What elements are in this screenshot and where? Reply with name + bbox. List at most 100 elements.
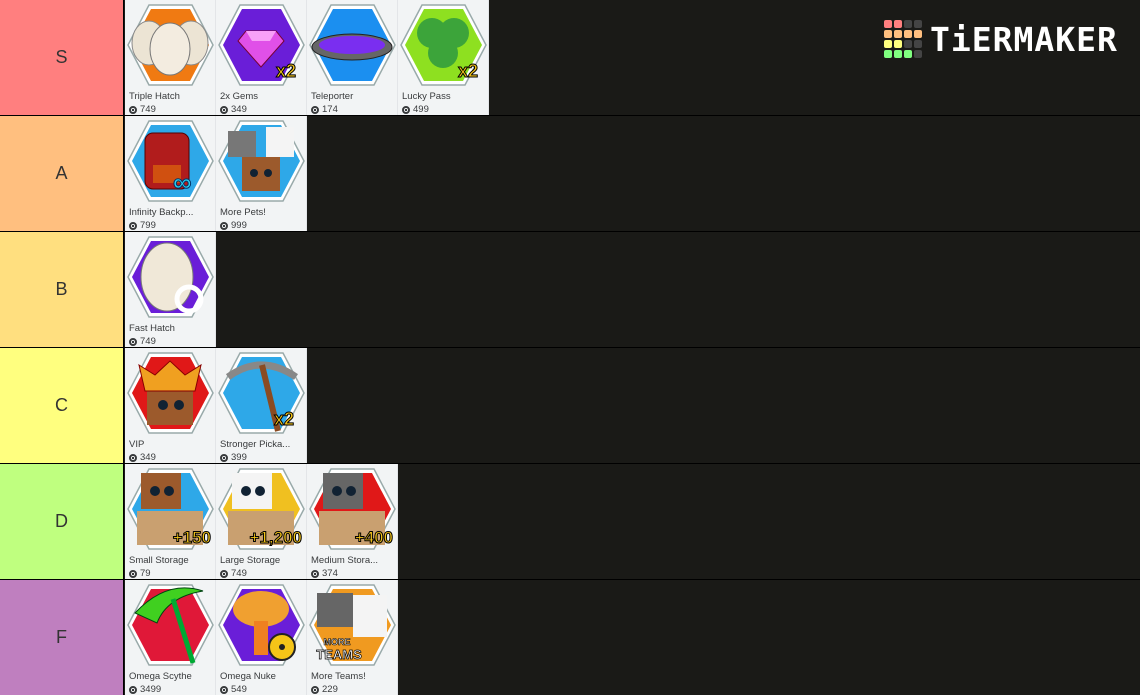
- item-price: 174: [311, 104, 338, 115]
- robux-icon: [220, 105, 228, 114]
- tier-item-card[interactable]: +1,200 Large Storage 749: [216, 464, 307, 579]
- robux-icon: [129, 221, 137, 230]
- logo-grid-cell: [894, 40, 902, 48]
- fast-egg-icon: [127, 235, 214, 319]
- storage-boxes-icon: +400: [309, 467, 396, 551]
- svg-text:TEAMS: TEAMS: [316, 647, 362, 662]
- logo-grid-cell: [884, 20, 892, 28]
- item-price: 999: [220, 220, 247, 231]
- tier-item-card[interactable]: VIP 349: [125, 348, 216, 463]
- price-value: 749: [140, 104, 156, 115]
- tier-item-card[interactable]: Omega Nuke 549: [216, 580, 307, 695]
- logo-grid-cell: [894, 30, 902, 38]
- tier-item-card[interactable]: Teleporter 174: [307, 0, 398, 115]
- tier-item-card[interactable]: Omega Scythe 3499: [125, 580, 216, 695]
- logo-grid-cell: [894, 50, 902, 58]
- pickaxe-x2-icon: x2: [218, 351, 305, 435]
- clover-x2-icon: x2: [400, 3, 487, 87]
- tier-label[interactable]: D: [0, 464, 124, 579]
- robux-icon: [220, 569, 228, 578]
- tier-row-f: F Omega Scythe 3499 Omega Nuke 549 MORE T…: [0, 580, 1140, 695]
- price-value: 749: [140, 336, 156, 347]
- item-name: Large Storage: [220, 555, 281, 566]
- logo-grid-cell: [894, 20, 902, 28]
- price-value: 174: [322, 104, 338, 115]
- item-price: 799: [129, 220, 156, 231]
- item-name: Infinity Backp...: [129, 207, 194, 218]
- item-name: Small Storage: [129, 555, 189, 566]
- gem-x2-icon: x2: [218, 3, 305, 87]
- item-price: 749: [129, 336, 156, 347]
- svg-text:+150: +150: [173, 528, 211, 547]
- price-value: 399: [231, 452, 247, 463]
- tier-items: Omega Scythe 3499 Omega Nuke 549 MORE TEA…: [124, 580, 398, 695]
- item-price: 499: [402, 104, 429, 115]
- tier-item-card[interactable]: ∞ Infinity Backp... 799: [125, 116, 216, 231]
- item-price: 549: [220, 684, 247, 695]
- tier-row-b: B Fast Hatch 749: [0, 232, 1140, 348]
- tier-items: ∞ Infinity Backp... 799 More Pets! 999: [124, 116, 307, 231]
- price-value: 799: [140, 220, 156, 231]
- robux-icon: [220, 685, 228, 694]
- tier-item-card[interactable]: x2 2x Gems 349: [216, 0, 307, 115]
- item-price: 749: [129, 104, 156, 115]
- infinity-backpack-icon: ∞: [127, 119, 214, 203]
- item-name: 2x Gems: [220, 91, 259, 102]
- item-price: 349: [129, 452, 156, 463]
- item-name: More Pets!: [220, 207, 266, 218]
- robux-icon: [220, 453, 228, 462]
- tier-item-card[interactable]: x2 Stronger Picka... 399: [216, 348, 307, 463]
- tier-row-c: C VIP 349 x2 Stronger Picka... 399: [0, 348, 1140, 464]
- logo-grid-cell: [884, 40, 892, 48]
- tier-list: S Triple Hatch 749 x2 2x Gems 349 Telepo…: [0, 0, 1140, 695]
- robux-icon: [129, 105, 137, 114]
- teleporter-pad-icon: [309, 3, 396, 87]
- svg-text:x2: x2: [276, 61, 296, 81]
- tier-item-card[interactable]: +150 Small Storage 79: [125, 464, 216, 579]
- tier-items: Fast Hatch 749: [124, 232, 216, 347]
- price-value: 349: [140, 452, 156, 463]
- tier-item-card[interactable]: Triple Hatch 749: [125, 0, 216, 115]
- logo-grid-cell: [904, 40, 912, 48]
- logo-grid-icon: [884, 20, 922, 58]
- price-value: 999: [231, 220, 247, 231]
- item-name: Teleporter: [311, 91, 354, 102]
- price-value: 79: [140, 568, 151, 579]
- svg-text:+400: +400: [355, 528, 393, 547]
- tier-items: VIP 349 x2 Stronger Picka... 399: [124, 348, 307, 463]
- teams-icon: MORE TEAMS: [309, 583, 396, 667]
- item-name: Stronger Picka...: [220, 439, 291, 450]
- tier-label[interactable]: B: [0, 232, 124, 347]
- item-price: 349: [220, 104, 247, 115]
- tier-label[interactable]: F: [0, 580, 124, 695]
- robux-icon: [402, 105, 410, 114]
- item-name: Omega Scythe: [129, 671, 192, 682]
- tier-item-card[interactable]: MORE TEAMS More Teams! 229: [307, 580, 398, 695]
- tier-item-card[interactable]: x2 Lucky Pass 499: [398, 0, 489, 115]
- scythe-icon: [127, 583, 214, 667]
- logo-grid-cell: [914, 30, 922, 38]
- tier-item-card[interactable]: +400 Medium Stora... 374: [307, 464, 398, 579]
- tier-label[interactable]: C: [0, 348, 124, 463]
- tier-items: +150 Small Storage 79 +1,200 Large Stora…: [124, 464, 398, 579]
- price-value: 229: [322, 684, 338, 695]
- item-price: 399: [220, 452, 247, 463]
- item-name: Fast Hatch: [129, 323, 175, 334]
- tier-row-a: A ∞ Infinity Backp... 799 More Pets! 999: [0, 116, 1140, 232]
- tier-label[interactable]: S: [0, 0, 124, 115]
- logo-grid-cell: [884, 30, 892, 38]
- storage-boxes-icon: +1,200: [218, 467, 305, 551]
- tiermaker-logo: TiERMAKER: [884, 20, 1118, 58]
- logo-grid-cell: [914, 50, 922, 58]
- tier-item-card[interactable]: Fast Hatch 749: [125, 232, 216, 347]
- price-value: 749: [231, 568, 247, 579]
- tier-item-card[interactable]: More Pets! 999: [216, 116, 307, 231]
- logo-text: TiERMAKER: [930, 19, 1118, 59]
- item-name: Triple Hatch: [129, 91, 180, 102]
- tier-label[interactable]: A: [0, 116, 124, 231]
- item-name: Lucky Pass: [402, 91, 451, 102]
- nuke-icon: [218, 583, 305, 667]
- logo-grid-cell: [914, 20, 922, 28]
- logo-grid-cell: [904, 20, 912, 28]
- robux-icon: [129, 569, 137, 578]
